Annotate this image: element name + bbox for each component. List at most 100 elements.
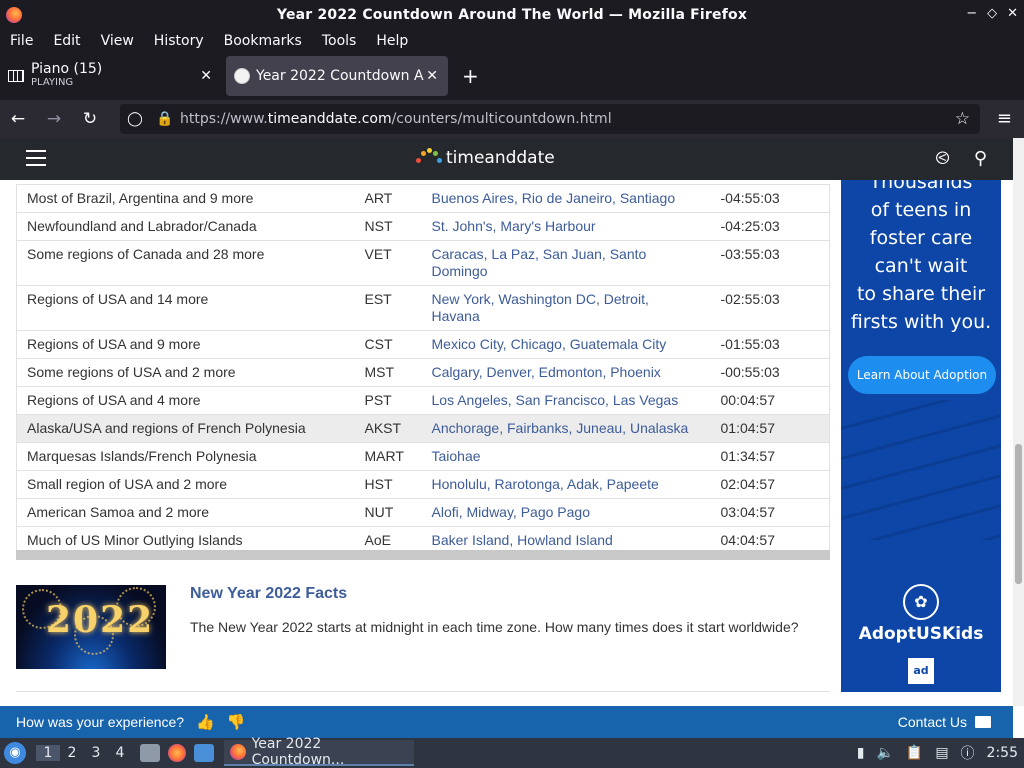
volume-icon[interactable]: 🔈 — [876, 745, 893, 761]
contact-us-link[interactable]: Contact Us — [898, 714, 991, 730]
forward-button[interactable]: → — [36, 109, 72, 129]
region-cell: Alaska/USA and regions of French Polynes… — [16, 414, 355, 443]
menu-edit[interactable]: Edit — [43, 30, 90, 52]
desktop-icon[interactable] — [194, 744, 214, 762]
cities-cell[interactable]: Honolulu, Rarotonga, Adak, Papeete — [421, 470, 711, 499]
site-logo[interactable]: timeanddate — [416, 148, 555, 168]
close-tab-icon[interactable]: ✕ — [200, 68, 212, 84]
scrollbar-thumb[interactable] — [1015, 444, 1022, 584]
clipboard-icon[interactable]: 📋 — [906, 745, 923, 761]
site-header: timeanddate ⧀ ⚲ — [0, 138, 1013, 180]
tab-title: Piano (15) — [31, 61, 103, 77]
menu-help[interactable]: Help — [366, 30, 418, 52]
minimize-button[interactable]: − — [966, 6, 977, 21]
time-cell: -02:55:03 — [710, 285, 830, 331]
back-button[interactable]: ← — [0, 109, 36, 129]
system-taskbar: ◉ 1 2 3 4 Year 2022 Countdown... ▮ 🔈 📋 ▤… — [0, 736, 1024, 768]
cities-cell[interactable]: Buenos Aires, Rio de Janeiro, Santiago — [421, 184, 711, 213]
table-row: Regions of USA and 9 more CST Mexico City,… — [16, 330, 830, 359]
abbr-cell: NUT — [354, 498, 422, 527]
abbr-cell: ART — [354, 184, 422, 213]
thumbs-down-icon[interactable]: 👎 — [227, 713, 246, 731]
workspace-2[interactable]: 2 — [60, 745, 84, 761]
cities-cell[interactable]: Calgary, Denver, Edmonton, Phoenix — [421, 358, 711, 387]
cities-cell[interactable]: Anchorage, Fairbanks, Juneau, Unalaska — [421, 414, 711, 443]
divider — [16, 691, 830, 692]
app-menu-button[interactable]: ≡ — [997, 108, 1012, 129]
search-icon[interactable]: ⚲ — [974, 148, 987, 169]
menu-file[interactable]: File — [0, 30, 43, 52]
firefox-icon — [230, 744, 246, 760]
region-cell: Regions of USA and 9 more — [16, 330, 355, 359]
advertisement-banner[interactable]: Thousands of teens in foster care can't wa… — [841, 180, 1001, 692]
time-cell: 03:04:57 — [710, 498, 830, 527]
reload-button[interactable]: ↻ — [72, 109, 108, 129]
battery-icon[interactable]: ▮ — [857, 745, 865, 761]
cities-cell[interactable]: New York, Washington DC, Detroit, Havana — [421, 285, 711, 331]
learn-about-adoption-button[interactable]: Learn About Adoption — [848, 356, 996, 394]
taskbar-firefox-window[interactable]: Year 2022 Countdown... — [224, 736, 414, 768]
menu-tools[interactable]: Tools — [312, 30, 367, 52]
tab-piano[interactable]: Piano (15) PLAYING ✕ — [0, 56, 222, 96]
new-tab-button[interactable]: + — [462, 64, 479, 88]
close-window-button[interactable]: ✕ — [1007, 6, 1018, 21]
time-cell: 01:04:57 — [710, 414, 830, 443]
network-icon[interactable]: ▤ — [935, 745, 948, 761]
notification-icon[interactable]: ⓘ — [961, 743, 975, 763]
table-row: Some regions of Canada and 28 more VET Car… — [16, 240, 830, 286]
cities-cell[interactable]: Mexico City, Chicago, Guatemala City — [421, 330, 711, 359]
window-titlebar: Year 2022 Countdown Around The World — M… — [0, 0, 1024, 30]
workspace-1[interactable]: 1 — [36, 745, 60, 761]
abbr-cell: HST — [354, 470, 422, 499]
table-row: Regions of USA and 4 more PST Los Angeles,… — [16, 386, 830, 415]
abbr-cell: PST — [354, 386, 422, 415]
timeanddate-favicon — [234, 68, 250, 84]
workspace-4[interactable]: 4 — [108, 745, 132, 761]
abbr-cell: MST — [354, 358, 422, 387]
tab-countdown[interactable]: Year 2022 Countdown Around The World ✕ — [226, 56, 448, 96]
url-text[interactable]: https://www.timeanddate.com/counters/mul… — [180, 111, 612, 127]
cities-cell[interactable]: Los Angeles, San Francisco, Las Vegas — [421, 386, 711, 415]
file-manager-icon[interactable] — [140, 744, 160, 762]
time-cell: -03:55:03 — [710, 240, 830, 286]
shield-icon[interactable]: ◯ — [120, 111, 150, 127]
section-divider — [16, 550, 830, 560]
region-cell: Some regions of Canada and 28 more — [16, 240, 355, 286]
region-cell: Some regions of USA and 2 more — [16, 358, 355, 387]
maximize-button[interactable]: ◇ — [987, 6, 997, 21]
lock-icon[interactable]: 🔒 — [150, 111, 180, 127]
image-year-text: 2022 — [46, 599, 155, 641]
fireworks-2022-image[interactable]: 2022 — [16, 585, 166, 669]
abbr-cell: EST — [354, 285, 422, 331]
time-cell: -01:55:03 — [710, 330, 830, 359]
region-cell: Most of Brazil, Argentina and 9 more — [16, 184, 355, 213]
hhs-eagle-icon: ✿ — [903, 584, 939, 620]
cities-cell[interactable]: Caracas, La Paz, San Juan, Santo Domingo — [421, 240, 711, 286]
countdown-table: Most of Brazil, Argentina and 9 more ART B… — [16, 184, 830, 555]
feedback-question: How was your experience? — [16, 714, 185, 730]
bookmark-star-icon[interactable]: ☆ — [955, 109, 970, 129]
piano-icon — [8, 70, 24, 82]
cities-cell[interactable]: Taiohae — [421, 442, 711, 471]
cities-cell[interactable]: St. John's, Mary's Harbour — [421, 212, 711, 241]
facts-title-link[interactable]: New Year 2022 Facts — [190, 585, 347, 603]
menu-view[interactable]: View — [91, 30, 144, 52]
thumbs-up-icon[interactable]: 👍 — [196, 713, 215, 731]
abbr-cell: NST — [354, 212, 422, 241]
close-tab-icon[interactable]: ✕ — [426, 68, 438, 84]
navigation-bar: ← → ↻ ◯ 🔒 https://www.timeanddate.com/co… — [0, 100, 1024, 138]
menu-history[interactable]: History — [144, 30, 214, 52]
workspace-3[interactable]: 3 — [84, 745, 108, 761]
menu-bookmarks[interactable]: Bookmarks — [214, 30, 312, 52]
address-bar[interactable]: ◯ 🔒 https://www.timeanddate.com/counters… — [120, 104, 980, 134]
time-cell: 00:04:57 — [710, 386, 830, 415]
share-icon[interactable]: ⧀ — [935, 148, 949, 169]
cities-cell[interactable]: Alofi, Midway, Pago Pago — [421, 498, 711, 527]
hamburger-menu-icon[interactable] — [26, 150, 46, 166]
firefox-launcher-icon[interactable] — [168, 744, 186, 762]
page-scrollbar[interactable] — [1013, 138, 1024, 706]
region-cell: Regions of USA and 14 more — [16, 285, 355, 331]
start-menu-icon[interactable]: ◉ — [4, 742, 26, 764]
tab-playing-status: PLAYING — [31, 77, 74, 88]
region-cell: Small region of USA and 2 more — [16, 470, 355, 499]
